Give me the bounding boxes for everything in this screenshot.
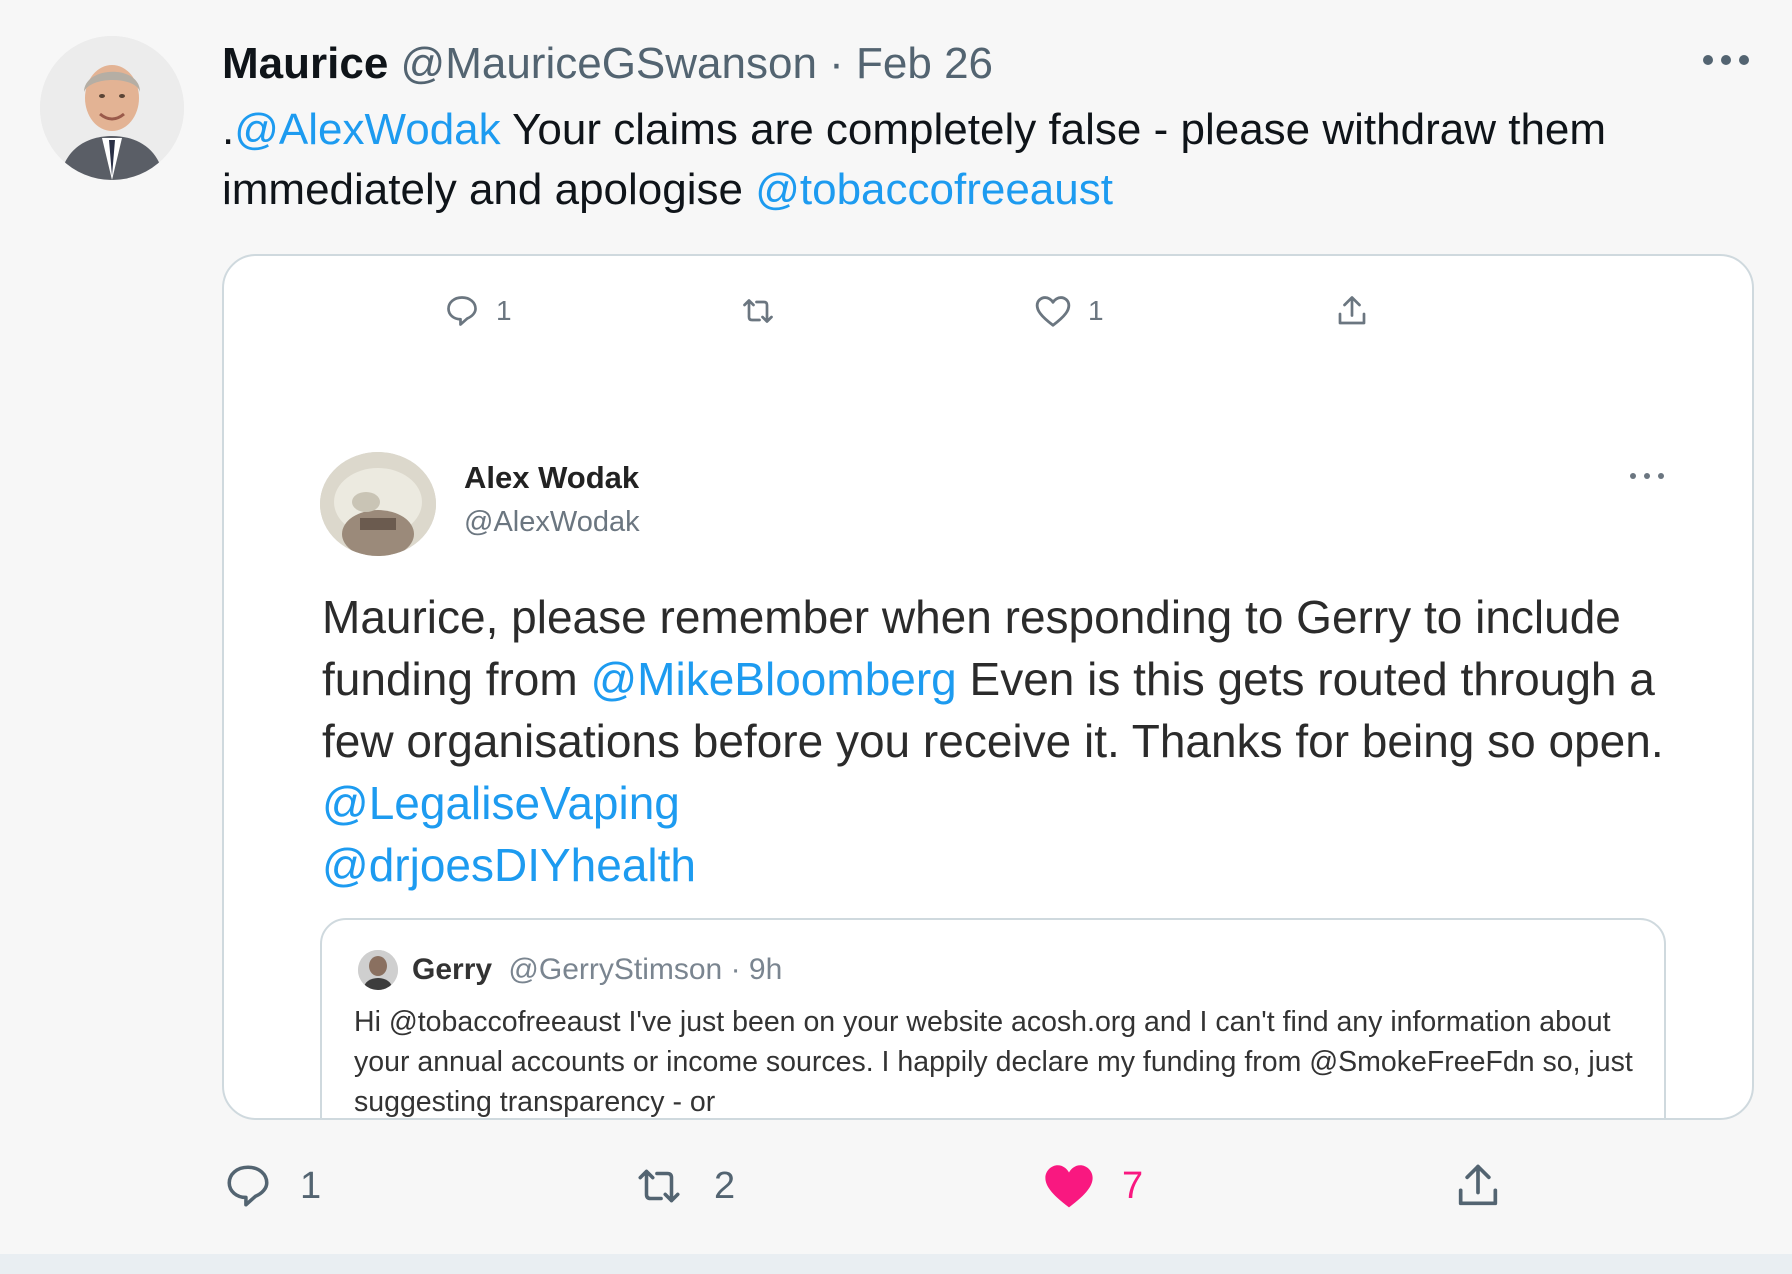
reply-icon [227, 1165, 269, 1207]
embedded-mention-legalisevaping: @LegaliseVaping [322, 777, 680, 829]
text-prefix: . [222, 105, 235, 154]
embedded-mention-mikebloomberg: @MikeBloomberg [590, 653, 957, 705]
retweet-icon [743, 299, 773, 323]
embedded-mention-drjoesdiyhealth: @drjoesDIYhealth [322, 839, 696, 891]
tweet-action-bar: 1 2 7 [0, 1156, 1792, 1216]
author-handle[interactable]: @MauriceGSwanson [401, 39, 817, 88]
author-name[interactable]: Maurice [222, 39, 388, 88]
tweet-header: Maurice @MauriceGSwanson · Feb 26 [222, 38, 993, 90]
quoted-author-name: Gerry [412, 953, 493, 986]
quoted-author-handle: @GerryStimson · 9h [508, 953, 783, 986]
heart-filled-icon [1045, 1165, 1093, 1208]
retweet-count: 2 [714, 1164, 736, 1207]
author-avatar[interactable] [40, 36, 184, 180]
embedded-author-name: Alex Wodak [464, 460, 640, 495]
share-icon [1458, 1164, 1498, 1206]
avatar-photo-icon [358, 950, 398, 990]
embedded-action-bar: 1 1 [224, 286, 1752, 336]
embedded-like-count: 1 [1088, 295, 1104, 326]
like-count: 7 [1122, 1164, 1144, 1207]
retweet-button[interactable]: 2 [630, 1156, 735, 1216]
avatar-photo-icon [40, 36, 184, 180]
embedded-reply-action: 1 [444, 286, 512, 336]
reply-count: 1 [300, 1164, 322, 1207]
tweet-text: .@AlexWodak Your claims are completely f… [222, 100, 1722, 220]
more-options-button[interactable] [1700, 48, 1752, 72]
embedded-author-avatar [320, 452, 436, 556]
embedded-like-action: 1 [1034, 286, 1104, 336]
embedded-screenshot-card[interactable]: 1 1 Alex Wodak @AlexWodak Maurice, pleas… [222, 254, 1754, 1120]
embedded-ellipsis-icon [1628, 468, 1666, 484]
like-button[interactable]: 7 [1042, 1156, 1143, 1216]
ellipsis-icon [1703, 55, 1749, 65]
retweet-icon [638, 1169, 680, 1203]
embedded-author-handle: @AlexWodak [464, 506, 640, 538]
mention-alexwodak[interactable]: @AlexWodak [234, 105, 500, 154]
share-button[interactable] [1452, 1156, 1504, 1216]
quoted-author-avatar [358, 950, 398, 990]
embedded-reply-count: 1 [496, 295, 512, 326]
quoted-tweet-text: Hi @tobaccofreeaust I've just been on yo… [354, 1006, 1633, 1118]
bottom-divider [0, 1254, 1792, 1274]
separator-dot: · [829, 39, 844, 88]
quoted-header: Gerry @GerryStimson · 9h [412, 950, 782, 990]
tweet-date[interactable]: Feb 26 [856, 39, 993, 88]
embedded-share-action [1334, 286, 1370, 336]
heart-outline-icon [1035, 296, 1071, 327]
embedded-quoted-tweet: Gerry @GerryStimson · 9h Hi @tobaccofree… [320, 918, 1666, 1118]
avatar-photo-icon [320, 452, 436, 556]
tweet[interactable]: Maurice @MauriceGSwanson · Feb 26 .@Alex… [0, 0, 1792, 1274]
embedded-tweet-text: Maurice, please remember when responding… [322, 586, 1682, 896]
share-icon [1338, 296, 1366, 325]
mention-tobaccofreeaust[interactable]: @tobaccofreeaust [755, 165, 1113, 214]
reply-button[interactable]: 1 [222, 1156, 321, 1216]
reply-icon [447, 296, 477, 326]
embedded-retweet-action [738, 286, 794, 336]
